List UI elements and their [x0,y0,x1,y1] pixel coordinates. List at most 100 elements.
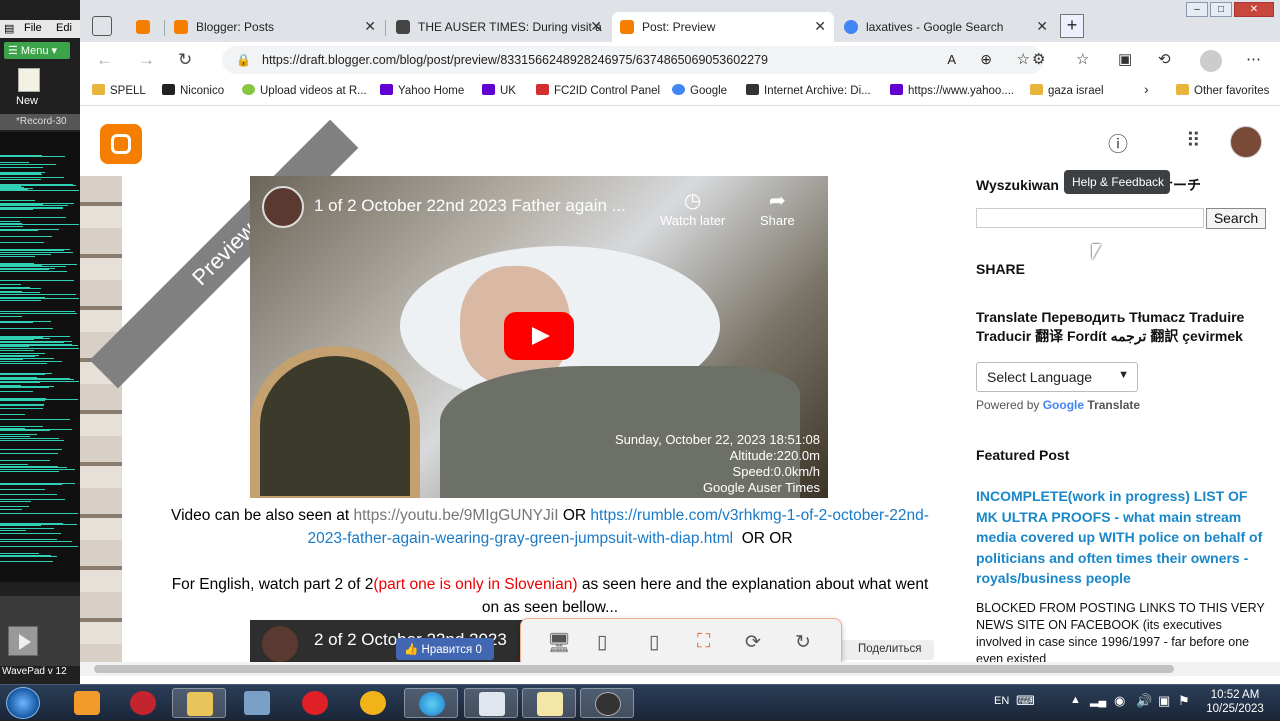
reload-preview-icon[interactable]: ↻ [795,631,811,654]
input-language[interactable]: EN [994,695,1009,707]
close-tab-icon[interactable]: ✕ [814,18,826,35]
wavepad-menu-file[interactable]: File [24,22,42,34]
close-tab-icon[interactable]: ✕ [590,18,602,35]
taskbar-tool[interactable] [230,688,284,718]
show-hidden-icons-icon[interactable]: ▲ [1070,694,1081,706]
channel-avatar[interactable] [262,626,298,662]
add-favorite-icon[interactable]: ☆ [1017,50,1030,68]
forward-icon[interactable]: → [138,50,155,70]
more-bookmarks-chevron-icon[interactable]: › [1144,81,1149,97]
tab-blogger-pinned[interactable] [128,12,164,42]
select-language-dropdown[interactable]: Select Language ▼ [976,362,1138,392]
wavepad-menu-icon[interactable]: ▤ [4,22,14,35]
help-icon[interactable]: ⓘ [1108,128,1128,157]
close-window-icon[interactable]: ✕ [1234,2,1274,17]
video-title[interactable]: 1 of 2 October 22nd 2023 Father again ..… [314,196,626,216]
bookmark-fc2id[interactable]: FC2ID Control Panel [536,84,660,97]
record-tab[interactable]: *Record-30 [0,114,80,130]
taskbar-app-red[interactable] [116,688,170,718]
tablet-view-icon[interactable]: ▯ [597,631,607,654]
share-button[interactable]: ➦ Share [760,188,795,228]
waveform-display[interactable] [0,132,80,582]
facebook-like-button[interactable]: 👍 Нравится 0 [396,638,494,660]
tab-actions-icon[interactable] [92,16,112,36]
waveform-line [0,337,26,339]
close-tab-icon[interactable]: ✕ [1036,18,1048,35]
back-icon[interactable]: ← [96,50,113,70]
taskbar-edge[interactable] [404,688,458,718]
start-button-icon[interactable] [6,687,40,719]
avatar[interactable] [1230,126,1262,158]
taskbar-app-dark[interactable] [580,688,634,718]
horizontal-scrollbar-thumb[interactable] [94,665,1174,673]
bookmark-google[interactable]: Google [672,84,727,97]
tab-auser-times[interactable]: THE AUSER TIMES: During visit a ✕ [388,12,610,42]
bookmark-internet-archive[interactable]: Internet Archive: Di... [746,84,871,97]
more-options-icon[interactable]: ⋯ [1246,50,1261,68]
sidebar-search-input[interactable] [976,208,1204,228]
waveform-line [0,229,60,231]
desktop-view-icon[interactable]: 🖥 [547,631,571,655]
address-bar[interactable]: 🔒 https://draft.blogger.com/blog/post/pr… [222,46,1044,74]
youtube-link[interactable]: https://youtu.be/9MIgGUNYJiI [353,507,558,524]
refresh-icon[interactable]: ↻ [178,50,192,70]
search-button[interactable]: Search [1206,208,1266,229]
bookmark-yahoo-home[interactable]: Yahoo Home [380,84,464,97]
share-ru-button[interactable]: Поделиться [838,640,934,660]
bookmark-uk[interactable]: UK [482,84,516,97]
favorites-icon[interactable]: ☆ [1076,50,1089,68]
minimize-icon[interactable]: – [1186,2,1208,17]
taskbar-opera[interactable] [288,688,342,718]
featured-post-link[interactable]: INCOMPLETE(work in progress) LIST OF MK … [976,486,1266,589]
zoom-icon[interactable]: ⊕ [980,51,992,68]
tab-google-search[interactable]: laxatives - Google Search ✕ [836,12,1056,42]
alt-links-prefix: Video can be also seen at [171,507,350,524]
mobile-view-icon[interactable]: ▯ [649,631,659,654]
profile-icon[interactable] [1200,50,1222,72]
watch-later-button[interactable]: ◷ Watch later [660,188,725,228]
play-icon[interactable] [8,626,38,656]
action-center-icon[interactable]: ⚑ [1178,693,1190,709]
taskbar-notes[interactable] [522,688,576,718]
volume-icon[interactable]: 🔊 [1136,693,1152,709]
history-icon[interactable]: ⟲ [1158,50,1171,68]
extensions-icon[interactable]: ⚙ [1032,50,1045,68]
translate-link[interactable]: Translate [1087,398,1140,412]
bookmark-spell[interactable]: SPELL [92,84,146,97]
tab-blogger-posts[interactable]: Blogger: Posts ✕ [166,12,384,42]
bookmark-niconico[interactable]: Niconico [162,84,224,97]
waveform-line [0,264,42,266]
rotate-icon[interactable]: ⟳ [745,631,761,654]
taskbar-file-explorer[interactable] [172,688,226,718]
read-aloud-icon[interactable]: A [947,52,956,67]
keyboard-icon[interactable]: ⌨ [1016,693,1035,709]
waveform-line [0,164,57,166]
youtube-play-icon[interactable] [504,312,574,360]
taskbar-document[interactable] [464,688,518,718]
fullscreen-icon[interactable]: ⛶ [697,631,710,653]
youtube-embed-1[interactable]: 1 of 2 October 22nd 2023 Father again ..… [250,176,828,498]
blogger-logo-icon[interactable] [100,124,142,164]
bookmark-other-favorites[interactable]: Other favorites [1176,84,1269,97]
collections-icon[interactable]: ▣ [1118,50,1132,68]
bookmark-yahoo-url[interactable]: https://www.yahoo.... [890,84,1014,97]
channel-avatar[interactable] [262,186,304,228]
taskbar-app-yellow[interactable] [346,688,400,718]
lock-icon[interactable]: 🔒 [236,53,251,67]
bookmark-gaza-israel[interactable]: gaza israel [1030,84,1104,97]
new-file-icon[interactable] [18,68,40,92]
signal-icon[interactable]: ▂▄ [1090,694,1106,707]
waveform-line [0,297,79,299]
wavepad-menu-button[interactable]: ☰ Menu ▾ [4,42,70,59]
apps-grid-icon[interactable]: ⠿ [1186,128,1201,153]
wavepad-menu-edit[interactable]: Edi [56,22,72,34]
network-icon[interactable]: ▣ [1158,693,1170,709]
taskbar-clock[interactable]: 10:52 AM 10/25/2023 [1200,688,1270,716]
maximize-icon[interactable]: □ [1210,2,1232,17]
wifi-icon[interactable]: ◉ [1114,693,1125,709]
tab-post-preview[interactable]: Post: Preview ✕ [612,12,834,42]
new-tab-button[interactable]: + [1060,14,1084,38]
close-tab-icon[interactable]: ✕ [364,18,376,35]
bookmark-rumble[interactable]: Upload videos at R... [242,84,367,97]
taskbar-media-player[interactable] [60,688,114,718]
